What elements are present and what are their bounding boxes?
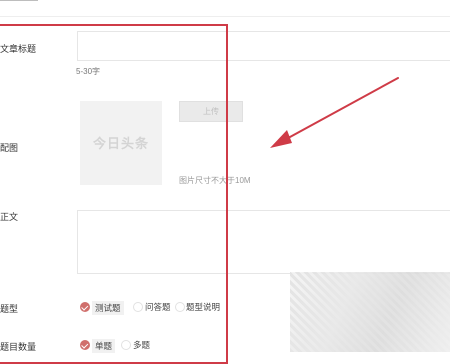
blurred-corner xyxy=(290,272,450,352)
